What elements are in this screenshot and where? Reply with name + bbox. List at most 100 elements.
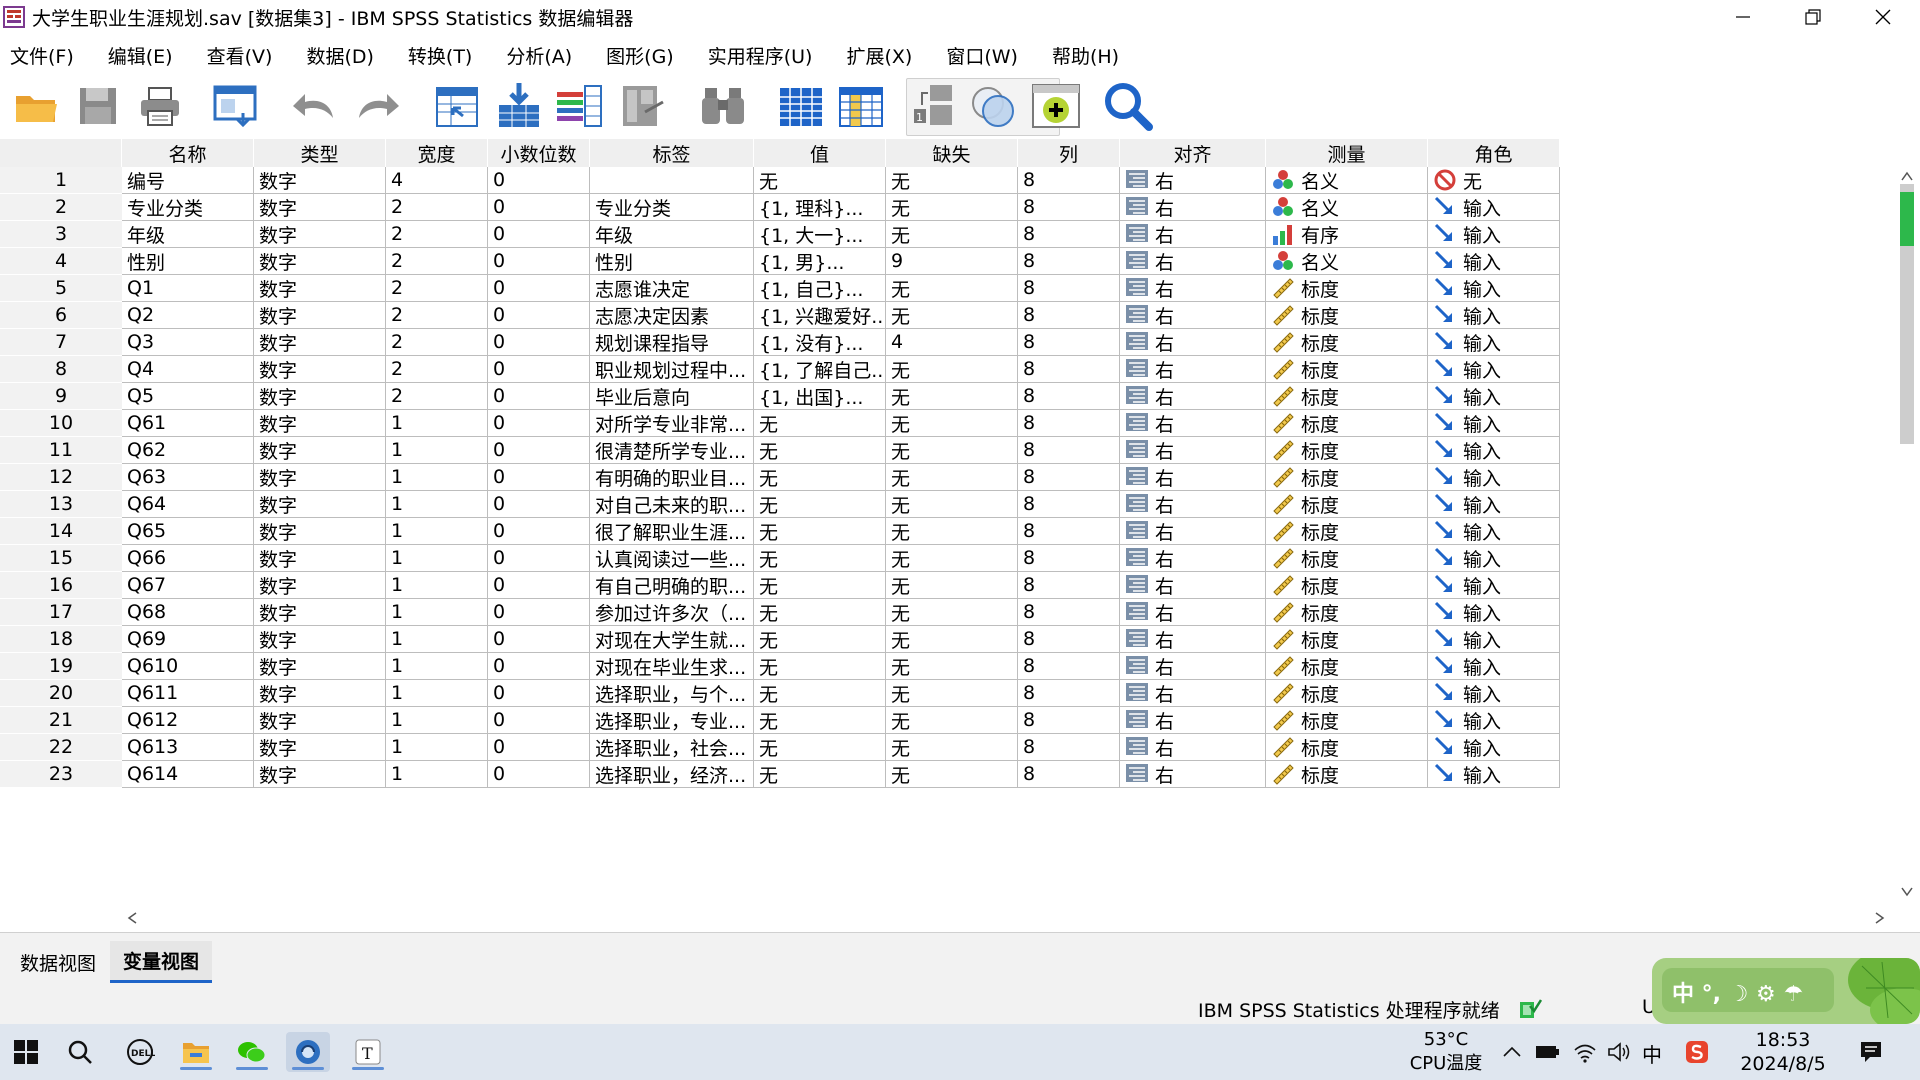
cell-label[interactable]: 性别 <box>590 248 754 275</box>
cell-width[interactable]: 2 <box>386 221 488 248</box>
cell-type[interactable]: 数字 <box>254 437 386 464</box>
cell-type[interactable]: 数字 <box>254 302 386 329</box>
taskbar-clock[interactable]: 18:53 2024/8/5 <box>1728 1028 1838 1076</box>
cell-width[interactable]: 1 <box>386 653 488 680</box>
scroll-right-icon[interactable] <box>1874 911 1886 925</box>
cell-values[interactable]: 无 <box>754 599 886 626</box>
cell-measure[interactable]: 标度 <box>1266 572 1428 599</box>
cell-name[interactable]: Q64 <box>122 491 254 518</box>
tab-data-view[interactable]: 数据视图 <box>8 941 108 983</box>
cell-values[interactable]: 无 <box>754 491 886 518</box>
cell-values[interactable]: {1, 自己}... <box>754 275 886 302</box>
cell-measure[interactable]: 标度 <box>1266 275 1428 302</box>
cell-align[interactable]: 右 <box>1120 383 1266 410</box>
cell-role[interactable]: 输入 <box>1428 626 1560 653</box>
cell-role[interactable]: 输入 <box>1428 734 1560 761</box>
cell-missing[interactable]: 无 <box>886 167 1018 194</box>
cell-role[interactable]: 输入 <box>1428 707 1560 734</box>
cell-width[interactable]: 1 <box>386 437 488 464</box>
cell-width[interactable]: 2 <box>386 356 488 383</box>
dell-app-button[interactable]: DELL <box>118 1032 162 1072</box>
cell-missing[interactable]: 无 <box>886 626 1018 653</box>
col-header-width[interactable]: 宽度 <box>386 139 488 167</box>
cell-width[interactable]: 1 <box>386 491 488 518</box>
row-number[interactable]: 16 <box>0 572 122 599</box>
col-header-measure[interactable]: 测量 <box>1266 139 1428 167</box>
menu-analyze[interactable]: 分析(A) <box>496 42 582 69</box>
cell-label[interactable]: 参加过许多次（... <box>590 599 754 626</box>
cell-decimals[interactable]: 0 <box>488 518 590 545</box>
cell-role[interactable]: 输入 <box>1428 761 1560 788</box>
print-button[interactable] <box>134 78 186 134</box>
cell-missing[interactable]: 无 <box>886 221 1018 248</box>
cell-decimals[interactable]: 0 <box>488 545 590 572</box>
cell-measure[interactable]: 标度 <box>1266 707 1428 734</box>
col-header-name[interactable]: 名称 <box>122 139 254 167</box>
cell-label[interactable]: 选择职业，与个... <box>590 680 754 707</box>
cell-role[interactable]: 输入 <box>1428 383 1560 410</box>
cell-decimals[interactable]: 0 <box>488 491 590 518</box>
cell-align[interactable]: 右 <box>1120 734 1266 761</box>
cell-type[interactable]: 数字 <box>254 734 386 761</box>
cell-missing[interactable]: 无 <box>886 194 1018 221</box>
cell-width[interactable]: 1 <box>386 518 488 545</box>
cell-label[interactable]: 对自己未来的职... <box>590 491 754 518</box>
cell-values[interactable]: 无 <box>754 167 886 194</box>
cell-align[interactable]: 右 <box>1120 221 1266 248</box>
cell-align[interactable]: 右 <box>1120 653 1266 680</box>
cell-name[interactable]: Q63 <box>122 464 254 491</box>
cpu-temperature[interactable]: 53°C CPU温度 <box>1404 1028 1488 1076</box>
cell-align[interactable]: 右 <box>1120 410 1266 437</box>
cell-type[interactable]: 数字 <box>254 653 386 680</box>
cell-role[interactable]: 无 <box>1428 167 1560 194</box>
cell-align[interactable]: 右 <box>1120 545 1266 572</box>
goto-case-button[interactable] <box>430 78 484 134</box>
col-header-label[interactable]: 标签 <box>590 139 754 167</box>
cell-name[interactable]: Q69 <box>122 626 254 653</box>
cell-decimals[interactable]: 0 <box>488 464 590 491</box>
cell-measure[interactable]: 标度 <box>1266 653 1428 680</box>
cell-measure[interactable]: 名义 <box>1266 194 1428 221</box>
cell-missing[interactable]: 无 <box>886 491 1018 518</box>
cell-type[interactable]: 数字 <box>254 626 386 653</box>
scroll-up-icon[interactable] <box>1900 170 1914 182</box>
cell-values[interactable]: 无 <box>754 410 886 437</box>
cell-measure[interactable]: 标度 <box>1266 383 1428 410</box>
cell-missing[interactable]: 无 <box>886 356 1018 383</box>
cell-name[interactable]: Q62 <box>122 437 254 464</box>
cell-measure[interactable]: 标度 <box>1266 734 1428 761</box>
cell-role[interactable]: 输入 <box>1428 599 1560 626</box>
cell-values[interactable]: {1, 了解自己... <box>754 356 886 383</box>
cell-decimals[interactable]: 0 <box>488 761 590 788</box>
row-number[interactable]: 11 <box>0 437 122 464</box>
cell-name[interactable]: Q611 <box>122 680 254 707</box>
row-number[interactable]: 8 <box>0 356 122 383</box>
cell-measure[interactable]: 标度 <box>1266 518 1428 545</box>
cell-type[interactable]: 数字 <box>254 221 386 248</box>
scroll-left-icon[interactable] <box>126 911 138 925</box>
cell-decimals[interactable]: 0 <box>488 356 590 383</box>
cell-columns[interactable]: 8 <box>1018 680 1120 707</box>
sogou-ime-icon[interactable] <box>1684 1039 1710 1065</box>
row-number[interactable]: 7 <box>0 329 122 356</box>
cell-name[interactable]: Q61 <box>122 410 254 437</box>
cell-measure[interactable]: 有序 <box>1266 221 1428 248</box>
cell-label[interactable]: 专业分类 <box>590 194 754 221</box>
cell-align[interactable]: 右 <box>1120 302 1266 329</box>
cell-role[interactable]: 输入 <box>1428 491 1560 518</box>
cell-width[interactable]: 1 <box>386 761 488 788</box>
cell-values[interactable]: {1, 出国}... <box>754 383 886 410</box>
cell-columns[interactable]: 8 <box>1018 518 1120 545</box>
select-cases-button[interactable] <box>966 78 1020 134</box>
cell-role[interactable]: 输入 <box>1428 329 1560 356</box>
cell-name[interactable]: Q66 <box>122 545 254 572</box>
cell-width[interactable]: 1 <box>386 626 488 653</box>
cell-name[interactable]: Q2 <box>122 302 254 329</box>
cell-missing[interactable]: 无 <box>886 761 1018 788</box>
row-number[interactable]: 17 <box>0 599 122 626</box>
col-header-values[interactable]: 值 <box>754 139 886 167</box>
cell-width[interactable]: 1 <box>386 545 488 572</box>
cell-missing[interactable]: 无 <box>886 545 1018 572</box>
menu-transform[interactable]: 转换(T) <box>398 42 482 69</box>
cell-role[interactable]: 输入 <box>1428 464 1560 491</box>
